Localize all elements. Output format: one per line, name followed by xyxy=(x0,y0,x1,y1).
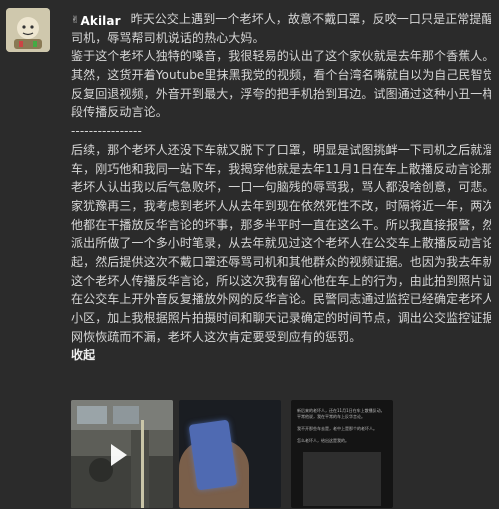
screenshot-text-line: 新后来的老坏人，还在11月1日在车上散播反动，平常他说，我在平常的车上反华言论。 xyxy=(297,408,385,419)
post-line-1: ✌ Akilar 昨天公交上遇到一个老坏人，故意不戴口罩，反咬一口只是正常提醒他… xyxy=(71,10,491,29)
post-text: 昨天公交上遇到一个老坏人，故意不戴口罩，反咬一口只是正常提醒他的 xyxy=(130,12,491,26)
post-text: 其然，这货开着Youtube里抹黑我党的视频，看个台湾名嘴就自以为自己民智觉醒， xyxy=(71,68,491,83)
hand-icon: ✌ xyxy=(71,15,80,26)
post-text: 鉴于这个老坏人独特的嗓音，我很轻易的认出了这个家伙就是去年那个香蕉人。果不 xyxy=(71,49,491,64)
video-thumbnail[interactable] xyxy=(71,400,173,508)
author[interactable]: ✌ Akilar xyxy=(71,12,121,29)
post-text: 起，然后提供这次不戴口罩还辱骂司机和其他群众的视频证据。也因为我去年就见过 xyxy=(71,254,491,269)
post-text: 老坏人认出我以后气急败坏，一口一句脑残的辱骂我，骂人都没啥创意，可悲。回到 xyxy=(71,180,491,195)
post-text: 网恢恢疏而不漏，老坏人这次肯定要受到应有的惩罚。 xyxy=(71,329,362,344)
post-text: 段传播反动言论。 xyxy=(71,105,168,120)
avatar-image xyxy=(6,8,50,52)
collapse-link[interactable]: 收起 xyxy=(71,346,491,365)
post-text: 小区，加上我根据照片拍摄时间和聊天记录确定的时间节点，调出公交监控证据。天 xyxy=(71,311,491,325)
post-text: 后续，那个老坏人还没下车就又脱下了口罩，明显是试图挑衅一下司机之后就溜下 xyxy=(71,142,491,157)
post-text: 这个老坏人传播反华言论，所以这次我有留心他在车上的行为，由此拍到照片证明他 xyxy=(71,273,491,288)
post-body: ✌ Akilar 昨天公交上遇到一个老坏人，故意不戴口罩，反咬一口只是正常提醒他… xyxy=(71,10,491,365)
post-text: 司机，辱骂帮司机说话的热心大妈。 xyxy=(71,30,265,45)
post-text: 反复回退视频，外音开到最大，浮夸的把手机抬到耳边。试图通过这种小丑一样的手 xyxy=(71,86,491,101)
avatar[interactable] xyxy=(6,8,50,52)
post-text: 家犹豫再三，我考虑到老坏人从去年到现在依然死性不改，时隔将近一年，两次遇到 xyxy=(71,198,491,213)
screenshot-text-line: 怎么老坏人，给出这是我的。 xyxy=(297,438,349,443)
photo-thumbnail[interactable] xyxy=(179,400,281,508)
author-name[interactable]: Akilar xyxy=(80,12,120,29)
post-text: 车，刚巧他和我同一站下车，我揭穿他就是去年11月1日在车上散播反动言论那货， xyxy=(71,161,491,176)
play-icon[interactable] xyxy=(111,444,127,466)
divider-text: ---------------- xyxy=(71,124,142,139)
phone-screen xyxy=(188,419,238,491)
chat-screenshot-thumbnail[interactable]: 新后来的老坏人，还在11月1日在车上散播反动，平常他说，我在平常的车上反华言论。… xyxy=(291,400,393,508)
screenshot-text-line: 我不开那些车去是，老中上是那个的老坏人。 xyxy=(297,426,377,431)
post-text: 派出所做了一个多小时笔录，从去年就见过这个老坏人在公交车上散播反动言论说 xyxy=(71,236,491,251)
screenshot-image-area xyxy=(303,452,381,506)
screenshot-text: 新后来的老坏人，还在11月1日在车上散播反动，平常他说，我在平常的车上反华言论。… xyxy=(297,408,387,450)
post-text: 在公交车上开外音反复播放外网的反华言论。民警同志通过监控已经确定老坏人所在 xyxy=(71,292,491,307)
post-text: 他都在干播放反华言论的坏事，那多半平时一直在这么干。所以我直接报警，然后去 xyxy=(71,217,491,232)
